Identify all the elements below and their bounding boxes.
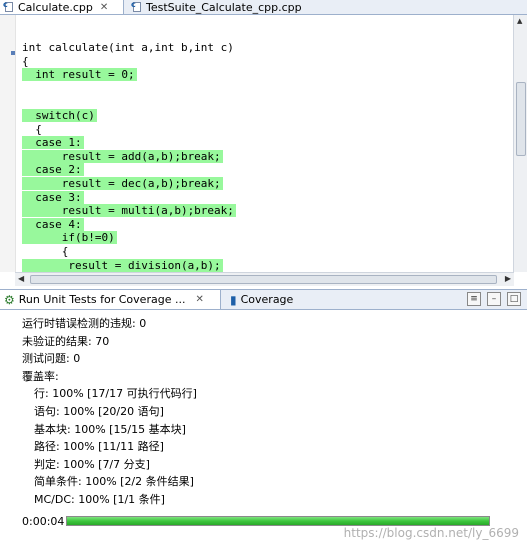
horizontal-scrollbar[interactable]: ◀ ▶ bbox=[15, 272, 514, 286]
coverage-mcdc: MC/DC: 100% [1/1 条件] bbox=[34, 492, 165, 506]
report-icon[interactable]: ≡ bbox=[467, 292, 481, 306]
scroll-up-icon[interactable]: ▲ bbox=[517, 17, 522, 25]
tab-testsuite-cpp[interactable]: c TestSuite_Calculate_cpp.cpp bbox=[128, 0, 348, 14]
horizontal-scroll-thumb[interactable] bbox=[30, 275, 497, 284]
elapsed-time: 0:00:04 bbox=[22, 514, 65, 528]
watermark: https://blog.csdn.net/ly_6699 bbox=[343, 526, 519, 540]
tab-run-unit-tests[interactable]: ⚙ Run Unit Tests for Coverage ... ✕ bbox=[0, 290, 221, 309]
gear-icon: ⚙ bbox=[4, 292, 15, 307]
progress-bar bbox=[66, 516, 490, 526]
close-icon[interactable]: ✕ bbox=[195, 294, 203, 305]
coverage-path: 路径: 100% [11/11 路径] bbox=[34, 440, 164, 454]
code-line: int result = 0; bbox=[22, 68, 137, 82]
progress-fill bbox=[67, 517, 489, 525]
vertical-scroll-thumb[interactable] bbox=[516, 82, 526, 156]
results-panel: 运行时错误检测的违规: 0 未验证的结果: 70 测试问题: 0 覆盖率: 行:… bbox=[22, 315, 512, 509]
view-tab-bar: ⚙ Run Unit Tests for Coverage ... ✕ ▮ Co… bbox=[0, 289, 527, 310]
gutter-marker bbox=[11, 51, 15, 55]
coverage-statement: 语句: 100% [20/20 语句] bbox=[34, 404, 164, 418]
code-line: case 4: bbox=[22, 217, 84, 231]
code-line: { bbox=[22, 244, 69, 258]
coverage-condition: 简单条件: 100% [2/2 条件结果] bbox=[34, 475, 194, 489]
coverage-heading: 覆盖率: bbox=[22, 369, 59, 383]
code-area[interactable]: int calculate(int a,int b,int c){ int re… bbox=[22, 41, 236, 272]
code-line: case 3: bbox=[22, 190, 84, 204]
c-file-icon: c bbox=[3, 0, 14, 13]
code-line: if(b!=0) bbox=[22, 231, 117, 245]
minimize-icon[interactable]: – bbox=[487, 292, 501, 306]
close-icon[interactable]: ✕ bbox=[100, 2, 108, 13]
violations-text: 运行时错误检测的违规: 0 bbox=[22, 317, 147, 330]
coverage-line: 行: 100% [17/17 可执行代码行] bbox=[34, 387, 197, 401]
code-line: int calculate(int a,int b,int c) bbox=[22, 41, 234, 54]
tab-calculate-cpp[interactable]: c Calculate.cpp ✕ bbox=[0, 0, 124, 14]
vertical-scrollbar[interactable]: ▲ bbox=[513, 15, 527, 272]
code-line: switch(c) bbox=[22, 108, 97, 122]
scroll-right-icon[interactable]: ▶ bbox=[505, 274, 511, 283]
tab-coverage[interactable]: ▮ Coverage bbox=[226, 290, 316, 309]
bar-chart-icon: ▮ bbox=[230, 292, 237, 307]
editor-gutter bbox=[0, 15, 16, 272]
c-file-icon: c bbox=[131, 0, 142, 13]
tab-label: Coverage bbox=[240, 293, 294, 306]
code-line: result = multi(a,b);break; bbox=[22, 204, 236, 218]
code-line: { bbox=[22, 54, 29, 68]
maximize-icon[interactable]: □ bbox=[507, 292, 521, 306]
tab-label: Calculate.cpp bbox=[18, 0, 93, 14]
code-line: case 2: bbox=[22, 163, 84, 177]
editor-tab-bar: c Calculate.cpp ✕ c TestSuite_Calculate_… bbox=[0, 0, 527, 15]
code-line: { bbox=[22, 122, 42, 136]
code-line: result = add(a,b);break; bbox=[22, 149, 223, 163]
unverified-text: 未验证的结果: 70 bbox=[22, 334, 110, 348]
view-toolbar: ≡ – □ bbox=[467, 292, 521, 306]
code-line: case 1: bbox=[22, 136, 84, 150]
coverage-decision: 判定: 100% [7/7 分支] bbox=[34, 457, 150, 471]
code-line: result = dec(a,b);break; bbox=[22, 176, 223, 190]
code-editor[interactable]: int calculate(int a,int b,int c){ int re… bbox=[0, 15, 527, 286]
scroll-left-icon[interactable]: ◀ bbox=[18, 274, 24, 283]
code-line: result = division(a,b); bbox=[22, 258, 223, 272]
tab-label: Run Unit Tests for Coverage ... bbox=[18, 293, 186, 306]
tab-label: TestSuite_Calculate_cpp.cpp bbox=[146, 0, 302, 14]
coverage-basic-block: 基本块: 100% [15/15 基本块] bbox=[34, 422, 186, 436]
test-problems-text: 测试问题: 0 bbox=[22, 352, 81, 366]
